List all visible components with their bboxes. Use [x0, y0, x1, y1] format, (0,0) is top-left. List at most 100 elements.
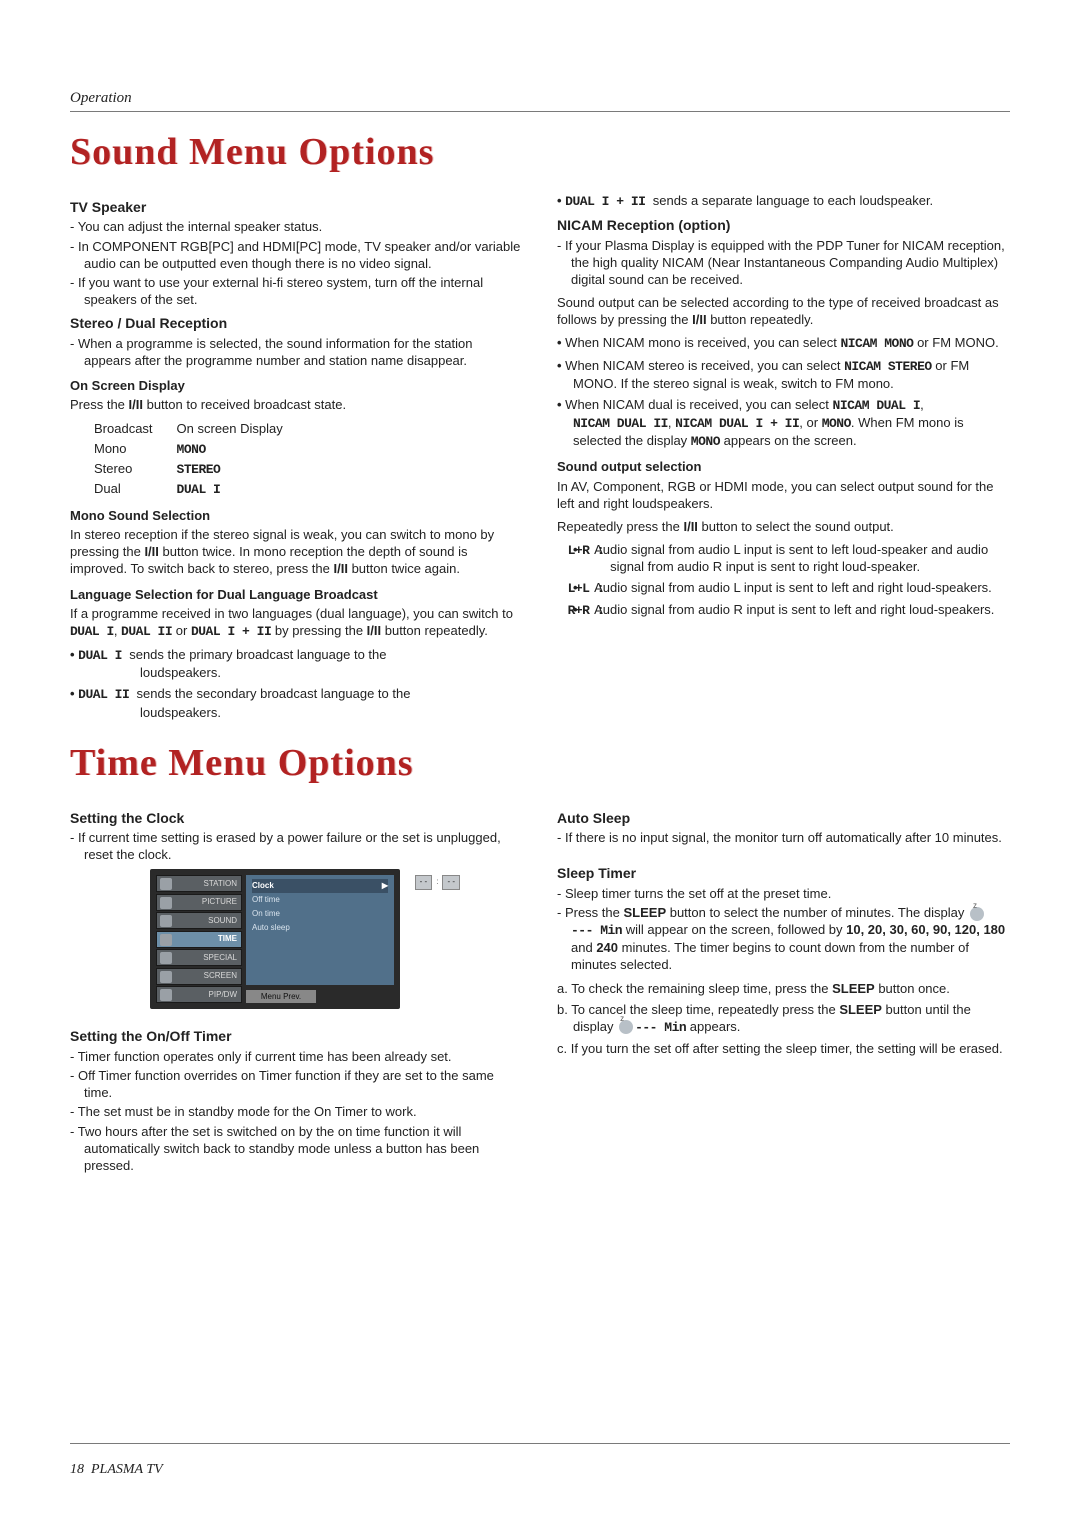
sound-out-p1: In AV, Component, RGB or HDMI mode, you … [557, 478, 1010, 512]
osd-table: BroadcastOn screen Display MonoMONO Ster… [94, 419, 307, 499]
list-item: R+R :Audio signal from audio R input is … [557, 601, 1010, 619]
list-item: Off Timer function overrides on Timer fu… [70, 1067, 523, 1101]
osd-cell: Mono [94, 439, 177, 459]
list-item: If you want to use your external hi-fi s… [70, 274, 523, 308]
pip-icon [160, 989, 172, 1001]
list-item: DUAL II sends the secondary broadcast la… [70, 685, 523, 720]
onoff-list: Timer function operates only if current … [70, 1048, 523, 1174]
lang-sel-text: If a programme received in two languages… [70, 605, 523, 640]
list-item: Timer function operates only if current … [70, 1048, 523, 1065]
auto-sleep-list: If there is no input signal, the monitor… [557, 829, 1010, 846]
time-title: Time Menu Options [70, 741, 1010, 785]
footer-label: PLASMA TV [91, 1462, 163, 1477]
header-rule [70, 111, 1010, 112]
tv-speaker-heading: TV Speaker [70, 198, 523, 216]
sleep-icon [619, 1020, 633, 1034]
list-item: You can adjust the internal speaker stat… [70, 218, 523, 235]
tv-item-ontime: On time [252, 907, 388, 921]
antenna-icon [160, 878, 172, 890]
osd-th: On screen Display [177, 419, 307, 438]
list-item: b. To cancel the sleep time, repeatedly … [557, 1001, 1010, 1036]
osd-cell: DUAL I [177, 482, 221, 497]
tv-clock-value: - -:- - [415, 875, 460, 890]
osd-cell: Stereo [94, 459, 177, 479]
osd-cell: MONO [177, 442, 206, 457]
tv-speaker-list: You can adjust the internal speaker stat… [70, 218, 523, 308]
picture-icon [160, 897, 172, 909]
nicam-bullets: When NICAM mono is received, you can sel… [557, 334, 1010, 450]
list-item: a. To check the remaining sleep time, pr… [557, 980, 1010, 997]
tv-item-offtime: Off time [252, 893, 388, 907]
sound-col-left: TV Speaker You can adjust the internal s… [70, 192, 523, 727]
lang-sel-bullets: DUAL I sends the primary broadcast langu… [70, 646, 523, 721]
osd-instruction: Press the I/II button to received broadc… [70, 396, 523, 413]
list-item: L+R :Audio signal from audio L input is … [557, 541, 1010, 575]
sound-col-right: DUAL I + II sends a separate language to… [557, 192, 1010, 727]
list-item: L+L :Audio signal from audio L input is … [557, 579, 1010, 597]
list-item: The set must be in standby mode for the … [70, 1103, 523, 1120]
sleep-timer-abc: a. To check the remaining sleep time, pr… [557, 980, 1010, 1058]
tv-menu-prev: Menu Prev. [246, 990, 316, 1003]
list-item: DUAL I + II sends a separate language to… [557, 192, 1010, 210]
sound-columns: TV Speaker You can adjust the internal s… [70, 192, 1010, 727]
tv-item-autosleep: Auto sleep [252, 921, 388, 935]
tv-tab-picture: PICTURE [156, 894, 242, 911]
mono-sel-text: In stereo reception if the stereo signal… [70, 526, 523, 577]
tv-left-pane: STATION PICTURE SOUND TIME SPECIAL SCREE… [156, 875, 242, 1003]
page-footer: 18 PLASMA TV [70, 1443, 1010, 1478]
mono-sel-label: Mono Sound Selection [70, 507, 523, 524]
section-label: Operation [70, 90, 1010, 107]
tv-item-clock: Clock▶ [252, 879, 388, 893]
list-item: If there is no input signal, the monitor… [557, 829, 1010, 846]
dual-extra: DUAL I + II sends a separate language to… [557, 192, 1010, 210]
time-columns: Setting the Clock If current time settin… [70, 803, 1010, 1180]
right-arrow-icon: ▶ [382, 881, 388, 892]
sound-out-p2: Repeatedly press the I/II button to sele… [557, 518, 1010, 535]
sound-out-rows: L+R :Audio signal from audio L input is … [557, 541, 1010, 620]
list-item: When NICAM dual is received, you can sel… [557, 396, 1010, 450]
tv-tab-screen: SCREEN [156, 968, 242, 985]
list-item: In COMPONENT RGB[PC] and HDMI[PC] mode, … [70, 238, 523, 272]
gear-icon [160, 952, 172, 964]
sound-title: Sound Menu Options [70, 130, 1010, 174]
osd-th: Broadcast [94, 419, 177, 438]
auto-sleep-heading: Auto Sleep [557, 809, 1010, 827]
tv-tab-station: STATION [156, 875, 242, 892]
clock-list: If current time setting is erased by a p… [70, 829, 523, 863]
tv-tab-pipdw: PIP/DW [156, 986, 242, 1003]
list-item: Two hours after the set is switched on b… [70, 1123, 523, 1174]
osd-cell: STEREO [177, 462, 221, 477]
list-item: When a programme is selected, the sound … [70, 335, 523, 369]
time-col-right: Auto Sleep If there is no input signal, … [557, 803, 1010, 1180]
tv-menu-mock: STATION PICTURE SOUND TIME SPECIAL SCREE… [150, 869, 400, 1009]
list-item: Press the SLEEP button to select the num… [557, 904, 1010, 974]
sound-out-label: Sound output selection [557, 458, 1010, 475]
sleep-timer-list: Sleep timer turns the set off at the pre… [557, 885, 1010, 974]
tv-tab-time: TIME [156, 931, 242, 948]
tv-tab-sound: SOUND [156, 912, 242, 929]
nicam-para: Sound output can be selected according t… [557, 294, 1010, 328]
stereo-dual-heading: Stereo / Dual Reception [70, 314, 523, 332]
list-item: Sleep timer turns the set off at the pre… [557, 885, 1010, 902]
osd-cell: Dual [94, 479, 177, 499]
sleep-icon [970, 907, 984, 921]
list-item: When NICAM stereo is received, you can s… [557, 357, 1010, 392]
stereo-dual-list: When a programme is selected, the sound … [70, 335, 523, 369]
tv-right-pane: Clock▶ Off time On time Auto sleep [246, 875, 394, 985]
page-number: 18 [70, 1462, 84, 1477]
clock-heading: Setting the Clock [70, 809, 523, 827]
list-item: c. If you turn the set off after setting… [557, 1040, 1010, 1057]
footer-rule [70, 1443, 1010, 1444]
clock-icon [160, 934, 172, 946]
onoff-heading: Setting the On/Off Timer [70, 1027, 523, 1045]
time-col-left: Setting the Clock If current time settin… [70, 803, 523, 1180]
sleep-timer-heading: Sleep Timer [557, 864, 1010, 882]
lang-sel-label: Language Selection for Dual Language Bro… [70, 586, 523, 603]
speaker-icon [160, 915, 172, 927]
screen-icon [160, 971, 172, 983]
osd-label: On Screen Display [70, 377, 523, 394]
nicam-list: If your Plasma Display is equipped with … [557, 237, 1010, 288]
nicam-heading: NICAM Reception (option) [557, 216, 1010, 234]
tv-tab-special: SPECIAL [156, 949, 242, 966]
list-item: If your Plasma Display is equipped with … [557, 237, 1010, 288]
